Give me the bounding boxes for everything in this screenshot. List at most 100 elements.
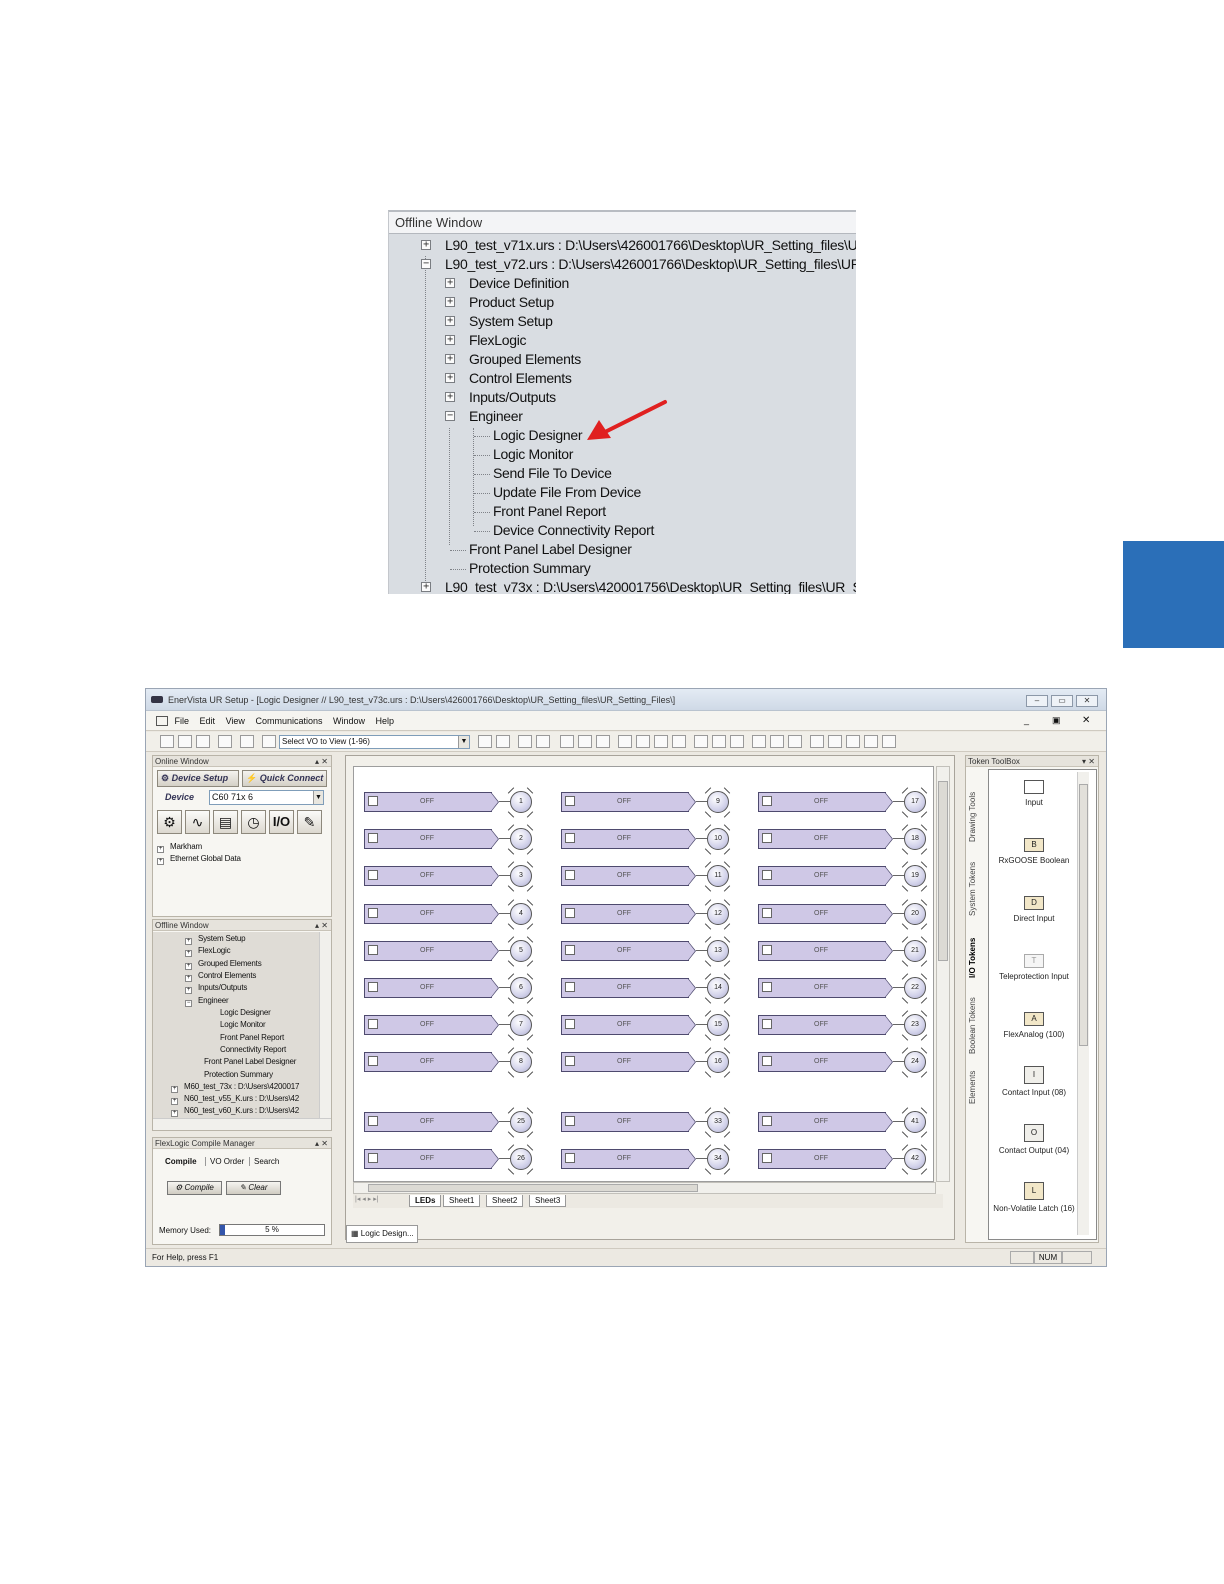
led-token[interactable]: OFF 12	[561, 898, 751, 930]
led-token[interactable]: OFF 20	[758, 898, 933, 930]
vo-select[interactable]: Select VO to View (1-96) ▼	[279, 735, 470, 749]
led-token[interactable]: OFF 21	[758, 936, 933, 967]
canvas-horizontal-scrollbar[interactable]	[353, 1182, 936, 1194]
tab-drawing-tools[interactable]: Drawing Tools	[968, 792, 977, 842]
mdi-close-icon[interactable]: ✕	[1082, 715, 1090, 726]
expand-icon[interactable]: +	[171, 1110, 178, 1117]
tree-item-logic-monitor[interactable]: Logic Monitor	[220, 1020, 266, 1029]
save-icon[interactable]	[196, 735, 210, 748]
collapse-icon[interactable]: −	[445, 411, 455, 421]
tab-io-tokens[interactable]: I/O Tokens	[968, 938, 977, 978]
expand-icon[interactable]: +	[185, 975, 192, 982]
tab-boolean-tokens[interactable]: Boolean Tokens	[968, 997, 977, 1054]
pan-icon[interactable]	[672, 735, 686, 748]
tree-item-protection-summary[interactable]: Protection Summary	[469, 559, 591, 578]
led-token[interactable]: OFF 24	[758, 1047, 933, 1079]
tool-input[interactable]: Input	[991, 780, 1077, 807]
led-token[interactable]: OFF 23	[758, 1010, 933, 1041]
tree-item-front-panel-report[interactable]: Front Panel Report	[493, 502, 606, 521]
tree-item-l90-v73x[interactable]: + L90_test_v73x : D:\Users\420001756\Des…	[421, 578, 856, 594]
zoom-rect-icon[interactable]	[596, 735, 610, 748]
tab-sheet1[interactable]: Sheet1	[443, 1195, 481, 1207]
led-token[interactable]: OFF 14	[561, 973, 751, 1004]
tool-rxgoose[interactable]: B RxGOOSE Boolean	[991, 838, 1077, 865]
grid-icon[interactable]	[518, 735, 532, 748]
align-middle-icon[interactable]	[770, 735, 784, 748]
tree-item-m60[interactable]: + M60_test_73x : D:\Users\4200017	[171, 1082, 299, 1093]
menu-edit[interactable]: Edit	[200, 711, 216, 731]
tree-item-control-elements[interactable]: + Control Elements	[445, 369, 845, 388]
expand-icon[interactable]: +	[185, 963, 192, 970]
tree-item-system-setup[interactable]: + System Setup	[445, 312, 845, 331]
vertical-scrollbar[interactable]	[319, 932, 331, 1118]
tree-item-logic-designer[interactable]: Logic Designer	[493, 426, 582, 445]
expand-icon[interactable]: +	[445, 354, 455, 364]
expand-icon[interactable]: +	[421, 240, 431, 250]
print-preview-icon[interactable]	[240, 735, 254, 748]
expand-icon[interactable]: +	[445, 316, 455, 326]
tree-item-control-elements[interactable]: + Control Elements	[185, 971, 256, 982]
tree-item-connectivity-report[interactable]: Connectivity Report	[220, 1045, 286, 1054]
zoom-in-icon[interactable]	[636, 735, 650, 748]
panel-close-icon[interactable]: ▴ ✕	[315, 756, 328, 767]
expand-icon[interactable]: +	[445, 373, 455, 383]
tool-flexanalog[interactable]: A FlexAnalog (100)	[991, 1012, 1077, 1039]
led-token[interactable]: OFF 17	[758, 787, 933, 818]
align-left-icon[interactable]	[694, 735, 708, 748]
export-icon[interactable]	[262, 735, 276, 748]
led-token[interactable]: OFF 26	[364, 1144, 554, 1175]
tab-compile[interactable]: Compile	[165, 1157, 197, 1166]
tab-sheet3[interactable]: Sheet3	[529, 1195, 567, 1207]
device-info-icon[interactable]: ⚙	[157, 810, 182, 834]
expand-icon[interactable]: +	[445, 297, 455, 307]
text-icon[interactable]	[536, 735, 550, 748]
led-token[interactable]: OFF 16	[561, 1047, 751, 1079]
tree-item-n60-v55[interactable]: + N60_test_v55_K.urs : D:\Users\42	[171, 1094, 299, 1105]
led-token[interactable]: OFF 34	[561, 1144, 751, 1175]
align-center-icon[interactable]	[712, 735, 726, 748]
tree-item-flexlogic[interactable]: + FlexLogic	[445, 331, 845, 350]
align-right-icon[interactable]	[730, 735, 744, 748]
tab-sheet2[interactable]: Sheet2	[486, 1195, 524, 1207]
led-token[interactable]: OFF 13	[561, 936, 751, 967]
led-token[interactable]: OFF 2	[364, 824, 554, 855]
document-tab[interactable]: ▦ Logic Design...	[346, 1225, 418, 1243]
led-token[interactable]: OFF 10	[561, 824, 751, 855]
led-token[interactable]: OFF 3	[364, 861, 554, 893]
compile-button[interactable]: ⚙ Compile	[167, 1181, 222, 1195]
expand-icon[interactable]: +	[185, 987, 192, 994]
sheet-nav-icon[interactable]: |◂ ◂ ▸ ▸|	[355, 1195, 379, 1203]
menu-view[interactable]: View	[226, 711, 245, 731]
panel-close-icon[interactable]: ▾ ✕	[1082, 756, 1095, 767]
same-width-icon[interactable]	[810, 735, 824, 748]
open-icon[interactable]	[178, 735, 192, 748]
clock-icon[interactable]: ◷	[241, 810, 266, 834]
mdi-restore-icon[interactable]: ▣	[1052, 715, 1061, 726]
quick-connect-button[interactable]: ⚡ Quick Connect	[242, 770, 327, 787]
panel-close-icon[interactable]: ▴ ✕	[315, 1138, 328, 1149]
io-button[interactable]: I/O	[269, 810, 294, 834]
tab-vo-order[interactable]: VO Order	[205, 1157, 244, 1166]
menu-window[interactable]: Window	[333, 711, 365, 731]
expand-icon[interactable]: +	[171, 1086, 178, 1093]
maximize-icon[interactable]: ▭	[1051, 695, 1073, 707]
settings-wrench-icon[interactable]: ✎	[297, 810, 322, 834]
expand-icon[interactable]: +	[421, 582, 431, 592]
tool-contact-output[interactable]: O Contact Output (04)	[991, 1124, 1077, 1155]
led-token[interactable]: OFF 15	[561, 1010, 751, 1041]
chevron-down-icon[interactable]: ▼	[458, 736, 469, 748]
led-token[interactable]: OFF 18	[758, 824, 933, 855]
report-icon[interactable]: ▤	[213, 810, 238, 834]
tree-item-device-definition[interactable]: + Device Definition	[445, 274, 845, 293]
tree-item-system-setup[interactable]: + System Setup	[185, 934, 246, 945]
edit-mode-icon[interactable]	[478, 735, 492, 748]
canvas-vertical-scrollbar[interactable]	[936, 766, 950, 1182]
minimize-icon[interactable]: –	[1026, 695, 1048, 707]
chevron-down-icon[interactable]: ▼	[313, 791, 323, 804]
led-token[interactable]: OFF 11	[561, 861, 751, 893]
tree-item-protection-summary[interactable]: Protection Summary	[204, 1070, 273, 1079]
tab-leds[interactable]: LEDs	[409, 1195, 442, 1207]
tree-item-connectivity-report[interactable]: Device Connectivity Report	[493, 521, 654, 540]
led-token[interactable]: OFF 8	[364, 1047, 554, 1079]
panel-close-icon[interactable]: ▴ ✕	[315, 920, 328, 931]
